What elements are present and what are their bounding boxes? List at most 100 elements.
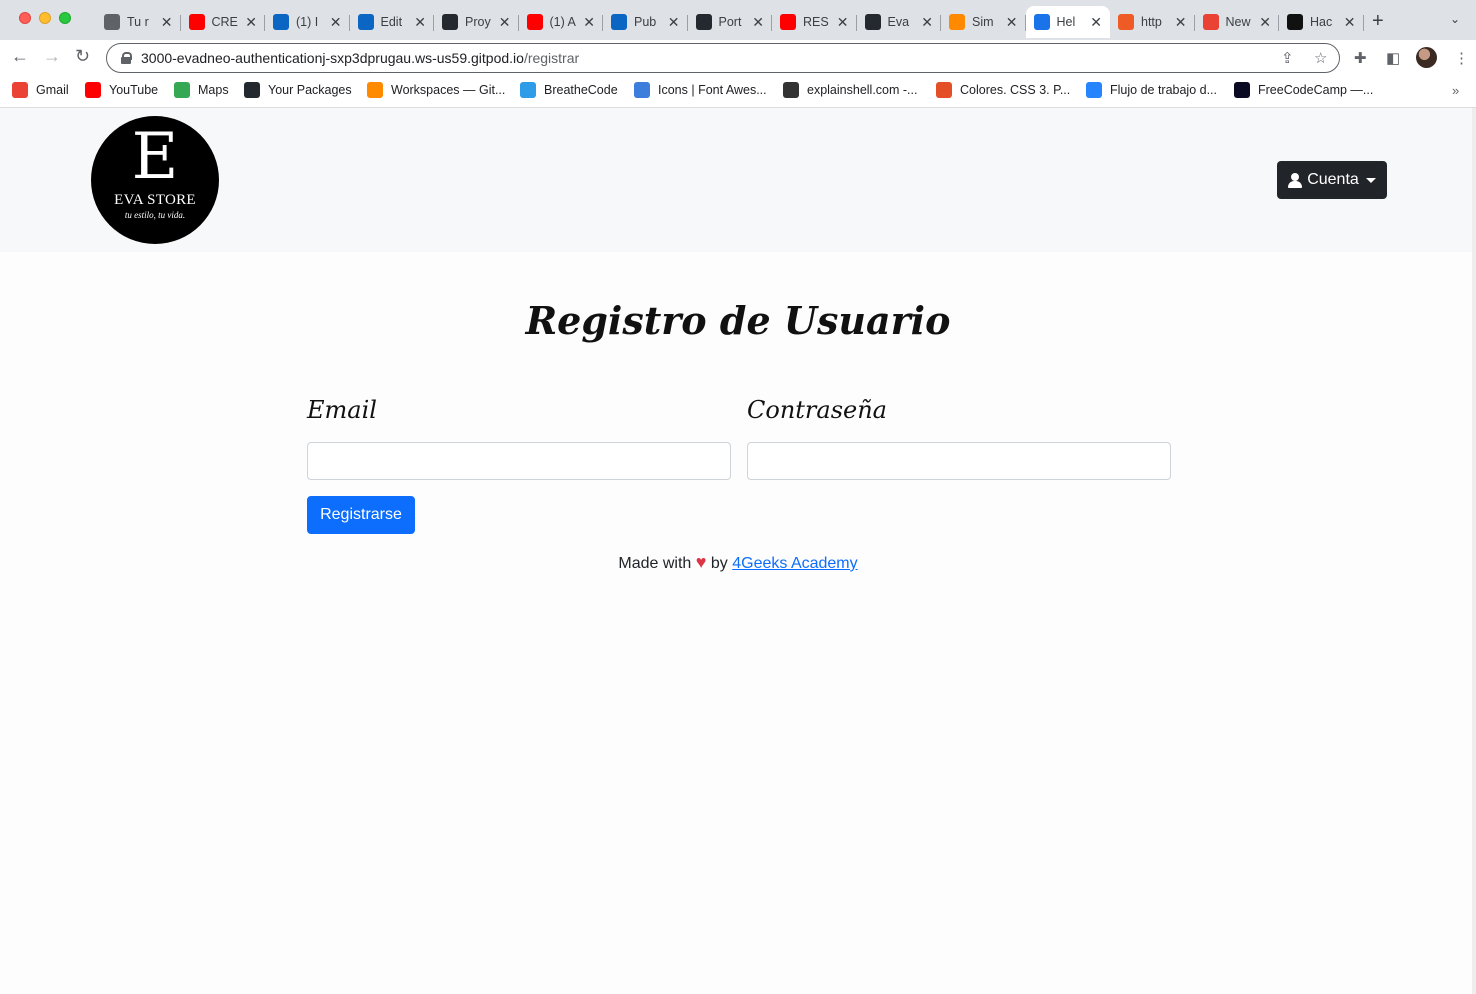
minimize-window-button[interactable]	[39, 12, 51, 24]
browser-tab[interactable]: http ✕	[1110, 6, 1195, 38]
tab-strip: Tu r ✕ CRE ✕ (1) I ✕ Edit ✕ Proy ✕ (1) A ✕ Pub ✕ Port ✕…	[0, 0, 1476, 40]
linkedin-icon	[273, 14, 289, 30]
bookmarks-bar: » Gmail YouTube Maps Your Packages Workspace…	[0, 76, 1476, 108]
github-icon	[695, 14, 712, 30]
address-bar[interactable]: 3000-evadneo-authenticationj-sxp3dprugau…	[106, 43, 1340, 73]
close-tab-icon[interactable]: ✕	[668, 14, 680, 31]
linkedin-icon	[611, 14, 627, 30]
close-tab-icon[interactable]: ✕	[1259, 14, 1271, 31]
side-panel-icon[interactable]: ◧	[1386, 49, 1400, 67]
browser-toolbar: ← → ↻ 3000-evadneo-authenticationj-sxp3d…	[0, 40, 1476, 76]
close-tab-icon[interactable]: ✕	[414, 14, 426, 31]
close-tab-icon[interactable]: ✕	[499, 14, 511, 31]
globe-icon	[104, 14, 120, 30]
close-tab-icon[interactable]: ✕	[1344, 14, 1356, 31]
bookmark-item[interactable]: Maps	[174, 82, 229, 98]
bookmark-label: YouTube	[109, 83, 159, 97]
freecodecamp-icon	[1234, 82, 1250, 98]
bookmark-item[interactable]: Workspaces — Git...	[367, 82, 505, 98]
bookmark-item[interactable]: Your Packages	[244, 82, 352, 98]
bookmark-label: Maps	[198, 83, 229, 97]
close-tab-icon[interactable]: ✕	[752, 14, 764, 31]
browser-tab[interactable]: (1) A ✕	[519, 6, 604, 38]
react-icon	[1033, 14, 1050, 30]
tab-title: Port	[718, 15, 742, 29]
scrollbar[interactable]	[1472, 108, 1476, 994]
close-tab-icon[interactable]: ✕	[837, 14, 849, 31]
browser-tab[interactable]: Sim ✕	[941, 6, 1026, 38]
email-field[interactable]	[307, 442, 731, 480]
gmail-icon	[1202, 14, 1219, 30]
browser-tab[interactable]: Pub ✕	[603, 6, 688, 38]
browser-tab[interactable]: RES ✕	[772, 6, 857, 38]
close-tab-icon[interactable]: ✕	[1175, 14, 1187, 31]
bookmark-item[interactable]: Gmail	[12, 82, 69, 98]
bookmark-item[interactable]: FreeCodeCamp —...	[1234, 82, 1373, 98]
browser-tab[interactable]: New ✕	[1195, 6, 1280, 38]
close-tab-icon[interactable]: ✕	[1006, 14, 1018, 31]
register-button[interactable]: Registrarse	[307, 496, 415, 534]
html5-icon	[936, 82, 952, 98]
reload-icon[interactable]: ↻	[75, 46, 90, 67]
tab-title: CRE	[211, 15, 238, 29]
account-dropdown-button[interactable]: Cuenta	[1277, 161, 1387, 199]
close-tab-icon[interactable]: ✕	[921, 14, 933, 31]
password-label: Contraseña	[747, 396, 887, 424]
eva-store-logo[interactable]: E EVA STORE tu estilo, tu vida.	[91, 116, 219, 244]
bookmark-item[interactable]: BreatheCode	[520, 82, 618, 98]
tab-title: http	[1141, 15, 1162, 29]
github-icon	[244, 82, 260, 98]
browser-tab[interactable]: Eva ✕	[857, 6, 942, 38]
bookmark-label: FreeCodeCamp —...	[1258, 83, 1374, 97]
close-tab-icon[interactable]: ✕	[245, 14, 257, 31]
password-field[interactable]	[747, 442, 1171, 480]
bookmark-item[interactable]: Icons | Font Awes...	[634, 82, 767, 98]
browser-tab[interactable]: Port ✕	[688, 6, 773, 38]
bookmark-label: Gmail	[36, 83, 69, 97]
bookmark-star-icon[interactable]: ☆	[1314, 49, 1327, 67]
footer: Made with ♥ by 4Geeks Academy	[0, 552, 1476, 573]
close-window-button[interactable]	[19, 12, 31, 24]
email-label: Email	[307, 396, 377, 424]
tab-list: Tu r ✕ CRE ✕ (1) I ✕ Edit ✕ Proy ✕ (1) A ✕ Pub ✕ Port ✕…	[96, 6, 1364, 40]
new-tab-button[interactable]: +	[1372, 10, 1384, 33]
postman-icon	[1118, 14, 1134, 30]
page-content: E EVA STORE tu estilo, tu vida. Cuenta R…	[0, 108, 1476, 994]
bookmark-item[interactable]: Flujo de trabajo d...	[1086, 82, 1217, 98]
caret-down-icon	[1365, 177, 1376, 183]
flag-icon	[634, 82, 650, 98]
tab-title: Hac	[1310, 15, 1333, 29]
browser-tab[interactable]: Hac ✕	[1279, 6, 1364, 38]
back-arrow-icon[interactable]: ←	[11, 46, 29, 67]
bookmark-item[interactable]: explainshell.com -...	[783, 82, 917, 98]
bookmark-item[interactable]: Colores. CSS 3. P...	[936, 82, 1070, 98]
browser-tab[interactable]: Tu r ✕	[96, 6, 181, 38]
bookmark-item[interactable]: YouTube	[85, 82, 158, 98]
lock-icon	[121, 52, 132, 64]
forward-arrow-icon[interactable]: →	[43, 46, 61, 67]
share-icon[interactable]: ⇪	[1281, 49, 1294, 67]
maximize-window-button[interactable]	[59, 12, 71, 24]
gitpod-icon	[367, 82, 383, 98]
browser-tab[interactable]: Hel ✕	[1025, 6, 1110, 38]
tab-title: Proy	[465, 15, 491, 29]
close-tab-icon[interactable]: ✕	[1090, 14, 1102, 31]
extensions-puzzle-icon[interactable]: ✚	[1354, 49, 1367, 67]
close-tab-icon[interactable]: ✕	[161, 14, 173, 31]
tab-search-chevron-icon[interactable]: ⌄	[1450, 12, 1460, 26]
4geeks-academy-link[interactable]: 4Geeks Academy	[732, 555, 857, 572]
close-tab-icon[interactable]: ✕	[583, 14, 595, 31]
browser-tab[interactable]: (1) I ✕	[265, 6, 350, 38]
maps-icon	[174, 82, 190, 98]
more-menu-icon[interactable]: ⋮	[1454, 49, 1469, 67]
profile-avatar[interactable]	[1416, 47, 1437, 68]
browser-tab[interactable]: Edit ✕	[350, 6, 435, 38]
bookmark-label: Your Packages	[268, 83, 352, 97]
tab-title: Edit	[380, 15, 403, 29]
browser-tab[interactable]: Proy ✕	[434, 6, 519, 38]
footer-prefix: Made with	[618, 555, 692, 572]
close-tab-icon[interactable]: ✕	[330, 14, 342, 31]
more-bookmarks-chevron-icon[interactable]: »	[1452, 83, 1459, 98]
browser-tab[interactable]: CRE ✕	[181, 6, 266, 38]
bookmark-label: BreatheCode	[544, 83, 618, 97]
